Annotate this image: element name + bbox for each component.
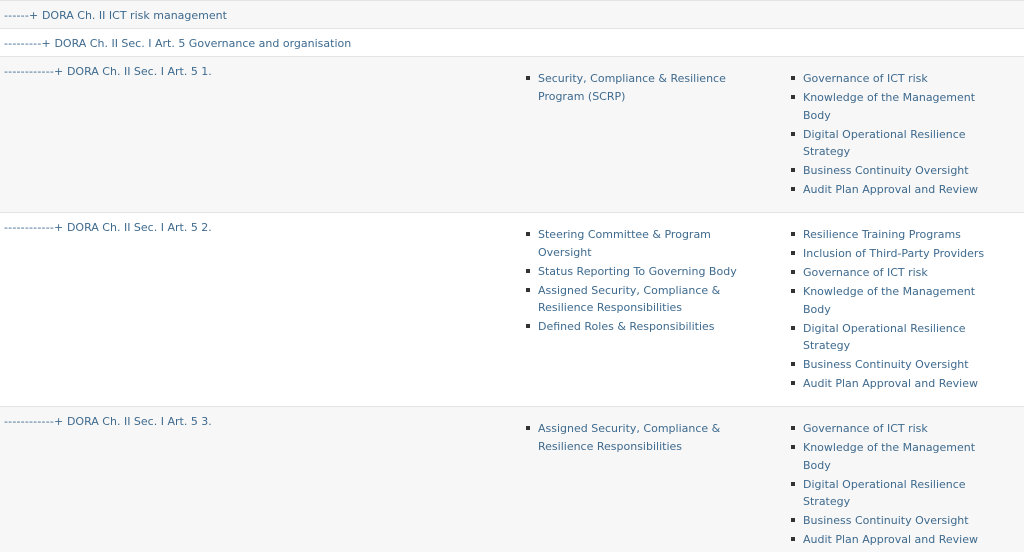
table-row: ------------+ DORA Ch. II Sec. I Art. 5 …	[0, 213, 1024, 407]
tree-prefix: ---------+	[4, 37, 51, 50]
requirement-label: DORA Ch. II Sec. I Art. 5 1.	[66, 65, 212, 78]
requirement-link-art5-3[interactable]: ------------+ DORA Ch. II Sec. I Art. 5 …	[4, 415, 212, 428]
policy-item[interactable]: Digital Operational Resilience Strategy	[791, 320, 991, 355]
policies-list: Governance of ICT risk Knowledge of the …	[791, 70, 991, 200]
requirement-link-chapter[interactable]: ------+ DORA Ch. II ICT risk management	[4, 9, 227, 22]
policy-item[interactable]: Inclusion of Third-Party Providers	[791, 245, 991, 263]
policy-item[interactable]: Governance of ICT risk	[791, 70, 991, 88]
tree-prefix: ------------+	[4, 65, 64, 78]
control-item[interactable]: Security, Compliance & Resilience Progra…	[526, 70, 766, 105]
controls-list: Steering Committee & Program Oversight S…	[526, 226, 766, 337]
policy-item[interactable]: Business Continuity Oversight	[791, 356, 991, 374]
policy-item[interactable]: Knowledge of the Management Body	[791, 89, 991, 124]
control-item[interactable]: Defined Roles & Responsibilities	[526, 318, 766, 336]
table-row: ------+ DORA Ch. II ICT risk management	[0, 1, 1024, 29]
policy-item[interactable]: Business Continuity Oversight	[791, 512, 991, 530]
policy-item[interactable]: Digital Operational Resilience Strategy	[791, 126, 991, 161]
requirement-link-art5-1[interactable]: ------------+ DORA Ch. II Sec. I Art. 5 …	[4, 65, 212, 78]
requirement-label: DORA Ch. II Sec. I Art. 5 3.	[66, 415, 212, 428]
policy-item[interactable]: Audit Plan Approval and Review	[791, 531, 991, 549]
requirement-label: DORA Ch. II Sec. I Art. 5 2.	[66, 221, 212, 234]
policies-list: Resilience Training Programs Inclusion o…	[791, 226, 991, 394]
policy-item[interactable]: Audit Plan Approval and Review	[791, 181, 991, 199]
table-row: ---------+ DORA Ch. II Sec. I Art. 5 Gov…	[0, 29, 1024, 57]
policy-item[interactable]: Business Continuity Oversight	[791, 162, 991, 180]
table-row: ------------+ DORA Ch. II Sec. I Art. 5 …	[0, 57, 1024, 213]
policy-item[interactable]: Knowledge of the Management Body	[791, 439, 991, 474]
policy-item[interactable]: Governance of ICT risk	[791, 264, 991, 282]
policy-item[interactable]: Digital Operational Resilience Strategy	[791, 476, 991, 511]
control-item[interactable]: Steering Committee & Program Oversight	[526, 226, 766, 261]
table-row: ------------+ DORA Ch. II Sec. I Art. 5 …	[0, 407, 1024, 552]
tree-prefix: ------------+	[4, 221, 64, 234]
policy-item[interactable]: Governance of ICT risk	[791, 420, 991, 438]
policy-item[interactable]: Audit Plan Approval and Review	[791, 375, 991, 393]
requirement-label: DORA Ch. II ICT risk management	[41, 9, 227, 22]
controls-list: Assigned Security, Compliance & Resilien…	[526, 420, 766, 457]
requirement-link-art5-2[interactable]: ------------+ DORA Ch. II Sec. I Art. 5 …	[4, 221, 212, 234]
tree-prefix: ------------+	[4, 415, 64, 428]
control-item[interactable]: Assigned Security, Compliance & Resilien…	[526, 282, 766, 317]
requirement-link-article[interactable]: ---------+ DORA Ch. II Sec. I Art. 5 Gov…	[4, 37, 351, 50]
requirements-table: ------+ DORA Ch. II ICT risk management …	[0, 0, 1024, 552]
requirement-label: DORA Ch. II Sec. I Art. 5 Governance and…	[54, 37, 352, 50]
controls-list: Security, Compliance & Resilience Progra…	[526, 70, 766, 107]
tree-prefix: ------+	[4, 9, 39, 22]
policies-list: Governance of ICT risk Knowledge of the …	[791, 420, 991, 550]
policy-item[interactable]: Knowledge of the Management Body	[791, 283, 991, 318]
control-item[interactable]: Assigned Security, Compliance & Resilien…	[526, 420, 766, 455]
policy-item[interactable]: Resilience Training Programs	[791, 226, 991, 244]
control-item[interactable]: Status Reporting To Governing Body	[526, 263, 766, 281]
